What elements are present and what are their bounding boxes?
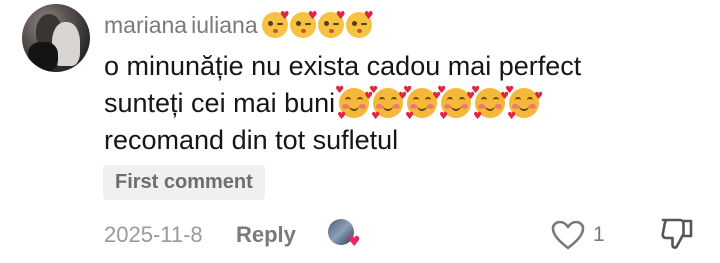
smiling-face-with-hearts-emoji: ♥ ♥ ♥ [437,85,476,122]
face-blowing-kiss-emoji: ♥ [261,10,290,38]
creator-liked-avatar: ♥ [328,219,361,250]
face-blowing-kiss-emoji: ♥ [289,10,318,38]
comment-body: o minunăție nu exista cadou mai perfect … [104,48,704,159]
face-blowing-kiss-emoji: ♥ [345,10,374,38]
smiling-face-with-hearts-emoji: ♥ ♥ ♥ [335,85,374,122]
username-first: mariana [104,11,188,38]
smiling-face-with-hearts-emoji: ♥ ♥ ♥ [369,85,408,122]
comment-date: 2025-11-8 [104,222,203,247]
first-comment-badge: First comment [103,165,265,200]
like-button[interactable]: 1 [551,218,605,252]
heart-icon: ♥ [348,234,361,250]
user-avatar[interactable] [22,4,90,72]
heart-outline-icon[interactable] [551,220,585,250]
comment-line-1: o minunăție nu exista cadou mai perfect [104,51,582,81]
comment-line-2: sunteți cei mai buni ♥ ♥ ♥ ♥ ♥ ♥ ♥ ♥ ♥ ♥ ♥ ♥ ♥ ♥ ♥ ♥ ♥ ♥ [104,85,704,122]
comment-line-3: recomand din tot sufletul [104,125,399,155]
smiling-face-with-hearts-emoji: ♥ ♥ ♥ [505,85,544,122]
smiling-face-with-hearts-emoji: ♥ ♥ ♥ [403,85,442,122]
username-second: iuliana [191,11,258,38]
comment-username[interactable]: mariana iuliana ♥ ♥ ♥ ♥ [104,8,374,42]
comment-line-2-text: sunteți cei mai buni [104,88,336,118]
face-blowing-kiss-emoji: ♥ [317,10,346,38]
like-count: 1 [593,223,605,246]
reply-button[interactable]: Reply [236,218,296,252]
smiling-face-with-hearts-emoji: ♥ ♥ ♥ [471,85,510,122]
thumbs-down-icon[interactable] [660,216,694,252]
avatar-figure [28,42,58,72]
